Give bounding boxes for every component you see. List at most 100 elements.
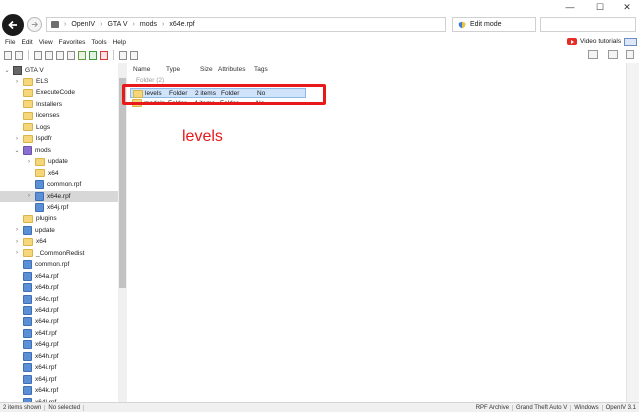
folder-icon (23, 249, 33, 258)
tree-item[interactable]: x64c.rpf (14, 294, 58, 305)
tree-item[interactable]: › x64e.rpf (0, 190, 118, 202)
tree-item[interactable]: x64h.rpf (14, 351, 59, 362)
tree-item[interactable]: x64 (26, 168, 58, 179)
archive-icon (23, 351, 32, 361)
properties-icon[interactable] (130, 50, 138, 60)
annotation-text: levels (182, 128, 223, 145)
tree-item[interactable]: › update (14, 225, 55, 236)
menu-tools[interactable]: Tools (91, 39, 106, 46)
column-attributes[interactable]: Attributes (218, 66, 245, 73)
tree-item[interactable]: common.rpf (14, 259, 69, 270)
expand-arrow-icon[interactable]: › (14, 250, 20, 256)
tree-item[interactable]: ⌄ mods (14, 145, 51, 156)
status-bar: 2 items shown No selected RPF Archive Gr… (0, 402, 639, 412)
settings-icon[interactable] (626, 50, 634, 59)
close-button[interactable]: ✕ (612, 2, 639, 12)
expand-arrow-icon[interactable]: ⌄ (14, 147, 20, 154)
archive-icon (23, 260, 32, 270)
tree-item[interactable]: x64g.rpf (14, 339, 59, 350)
tree-item[interactable]: ExecuteCode (14, 87, 75, 98)
tree-root[interactable]: ⌄ GTA V (4, 65, 44, 76)
forward-button[interactable] (27, 17, 42, 32)
tree-item[interactable]: licenses (14, 110, 59, 121)
tree-item[interactable]: › x64 (14, 236, 46, 247)
play-icon[interactable] (89, 50, 97, 60)
tree-item-label: common.rpf (35, 261, 70, 269)
tree-item[interactable]: common.rpf (26, 179, 81, 190)
paste-icon[interactable] (45, 50, 53, 60)
column-type[interactable]: Type (166, 66, 180, 73)
expand-arrow-icon[interactable]: › (26, 193, 32, 199)
export-icon[interactable] (119, 50, 127, 60)
tree-item[interactable]: x64e.rpf (14, 316, 59, 327)
column-name[interactable]: Name (133, 66, 150, 73)
menu-help[interactable]: Help (113, 39, 126, 46)
minimize-button[interactable]: — (555, 2, 585, 12)
column-tags[interactable]: Tags (254, 66, 268, 73)
expand-arrow-icon[interactable]: ⌄ (4, 67, 10, 74)
breadcrumb-gta-v[interactable]: GTA V (107, 21, 127, 28)
tree-item-label: common.rpf (47, 181, 82, 189)
tree-item[interactable]: x64b.rpf (14, 282, 59, 293)
expand-arrow-icon[interactable]: › (26, 159, 32, 165)
title-bar: — ☐ ✕ › OpenIV › GTA V › mods › x64e.rpf (0, 0, 639, 36)
tree-item-label: mods (35, 146, 51, 154)
archive-icon (35, 180, 44, 190)
edit-mode-label: Edit mode (470, 21, 502, 28)
video-tutorials-link[interactable]: Video tutorials (567, 38, 621, 45)
replace-icon[interactable] (78, 50, 86, 60)
status-archive: RPF Archive (473, 404, 514, 411)
panel-toggle-icon[interactable] (624, 38, 637, 46)
tree-item[interactable]: › ELS (14, 76, 48, 87)
folder-icon (23, 77, 33, 86)
view-mode-icon[interactable] (588, 50, 598, 59)
edit-mode-button[interactable]: Edit mode (452, 17, 536, 32)
menu-favorites[interactable]: Favorites (59, 39, 86, 46)
tree-item[interactable]: › update (26, 156, 68, 167)
archive-icon (23, 283, 32, 293)
tree-item[interactable]: x64f.rpf (14, 328, 57, 339)
archive-icon (23, 145, 32, 155)
breadcrumb-x64e[interactable]: x64e.rpf (169, 21, 194, 28)
tree-item[interactable]: › lspdfr (14, 133, 52, 144)
new-file-dropdown-icon[interactable] (15, 50, 23, 60)
status-version: OpenIV 3.1 (605, 404, 636, 411)
search-input[interactable] (540, 17, 636, 32)
expand-arrow-icon[interactable]: › (14, 79, 20, 85)
folder-icon (23, 214, 33, 223)
maximize-button[interactable]: ☐ (585, 2, 615, 12)
tree-item[interactable]: x64j.rpf (14, 374, 56, 385)
tree-item[interactable]: x64j.rpf (26, 202, 68, 213)
delete-icon[interactable] (100, 50, 108, 60)
layout-icon[interactable] (608, 50, 618, 59)
tree-item[interactable]: x64a.rpf (14, 271, 59, 282)
column-size[interactable]: Size (200, 66, 213, 73)
list-scrollbar[interactable] (626, 63, 639, 402)
menu-edit[interactable]: Edit (21, 39, 32, 46)
tree-item-label: x64g.rpf (35, 341, 59, 349)
expand-arrow-icon[interactable]: › (14, 227, 20, 233)
tree-item-label: x64i.rpf (35, 364, 57, 372)
tree-item[interactable]: plugins (14, 213, 57, 224)
copy-icon[interactable] (34, 50, 42, 60)
back-button[interactable] (2, 14, 24, 36)
expand-arrow-icon[interactable]: › (14, 136, 20, 142)
tree-item[interactable]: x64k.rpf (14, 385, 58, 396)
edit-icon[interactable] (67, 50, 75, 60)
tree-item-label: licenses (36, 112, 60, 120)
tree-item[interactable]: x64i.rpf (14, 362, 56, 373)
tree-item[interactable]: Logs (14, 122, 50, 133)
tree-item[interactable]: x64d.rpf (14, 305, 59, 316)
tree-item[interactable]: › _CommonRedist (14, 248, 84, 259)
breadcrumb-openiv[interactable]: OpenIV (71, 21, 95, 28)
expand-arrow-icon[interactable]: › (14, 239, 20, 245)
new-file-icon[interactable] (4, 50, 12, 60)
menu-view[interactable]: View (39, 39, 53, 46)
address-bar[interactable]: › OpenIV › GTA V › mods › x64e.rpf (46, 17, 446, 32)
tree-scrollbar-thumb[interactable] (119, 78, 126, 288)
image-icon[interactable] (56, 50, 64, 60)
menu-file[interactable]: File (5, 39, 15, 46)
video-tutorials-label: Video tutorials (580, 38, 622, 45)
breadcrumb-mods[interactable]: mods (140, 21, 157, 28)
tree-item[interactable]: Installers (14, 99, 62, 110)
